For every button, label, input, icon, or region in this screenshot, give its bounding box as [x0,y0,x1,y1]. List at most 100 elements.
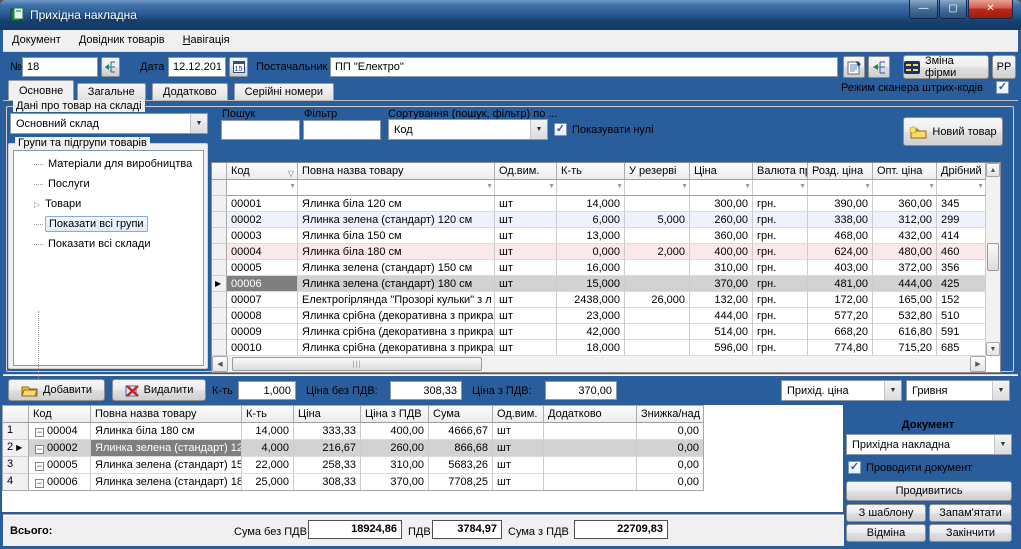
cell-wholesale[interactable]: 165,00 [873,292,937,308]
scroll-down-arrow[interactable]: ▼ [986,342,1000,356]
search-input[interactable] [221,120,300,140]
cell-reserve[interactable] [625,276,690,292]
cell-qty[interactable]: 0,000 [557,244,625,260]
row-number-cell[interactable]: 2▶ [3,440,29,457]
cell-wholesale[interactable]: 715,20 [873,340,937,356]
change-firm-button[interactable]: Зміна фірми [903,55,989,79]
filter-dropdown-icon[interactable]: ▼ [977,183,984,190]
from-template-button[interactable]: З шаблону [846,504,926,522]
cell-discount[interactable]: 0,00 [637,474,704,491]
cell-small[interactable]: 345 [937,196,986,212]
cell-qty[interactable]: 16,000 [557,260,625,276]
tab-Загальне[interactable]: Загальне [77,83,146,100]
cell-currency[interactable]: грн. [753,308,808,324]
filter-cell-price[interactable]: ▼ [690,180,753,196]
cell-small[interactable]: 299 [937,212,986,228]
row-header-cell[interactable] [212,228,227,244]
table-row[interactable]: 00001Ялинка біла 120 смшт14,000300,00грн… [212,196,1000,212]
cell-unit[interactable]: шт [495,324,557,340]
cell-currency[interactable]: грн. [753,340,808,356]
cell-name[interactable]: Ялинка біла 180 см [298,244,495,260]
cell-name[interactable]: Ялинка біла 150 см [298,228,495,244]
column-header-unit[interactable]: Од.вим. [493,406,544,423]
cell-wholesale[interactable]: 372,00 [873,260,937,276]
cell-name[interactable]: Ялинка зелена (стандарт) 150 см [298,260,495,276]
collapse-minus-icon[interactable]: − [35,462,44,471]
column-header-price[interactable]: Ціна [294,406,361,423]
cell-price_vat[interactable]: 260,00 [361,440,429,457]
row-number-cell[interactable]: 3 [3,457,29,474]
cell-currency[interactable]: грн. [753,196,808,212]
cell-reserve[interactable]: 2,000 [625,244,690,260]
table-row[interactable]: 00002Ялинка зелена (стандарт) 120 смшт6,… [212,212,1000,228]
cell-currency[interactable]: грн. [753,292,808,308]
table-row[interactable]: 00004Ялинка біла 180 смшт0,0002,000400,0… [212,244,1000,260]
cell-code[interactable]: 00010 [227,340,298,356]
cell-price[interactable]: 370,00 [690,276,753,292]
cell-name[interactable]: Ялинка зелена (стандарт) 180 см [298,276,495,292]
cell-qty[interactable]: 14,000 [242,423,294,440]
cell-qty[interactable]: 18,000 [557,340,625,356]
row-header-cell[interactable] [212,260,227,276]
cell-wholesale[interactable]: 360,00 [873,196,937,212]
cell-price[interactable]: 216,67 [294,440,361,457]
cell-retail[interactable]: 624,00 [808,244,873,260]
products-vertical-scrollbar[interactable]: ▲ ▼ [986,163,1000,356]
cell-price_vat[interactable]: 370,00 [361,474,429,491]
cell-extra[interactable] [544,440,637,457]
row-header-cell[interactable] [212,324,227,340]
cell-qty[interactable]: 14,000 [557,196,625,212]
cell-name[interactable]: Ялинка зелена (стандарт) 15 [91,457,242,474]
tree-item[interactable]: Послуги [34,176,93,192]
cell-price[interactable]: 132,00 [690,292,753,308]
cell-name[interactable]: Ялинка зелена (стандарт) 12 [91,440,242,457]
cell-price[interactable]: 308,33 [294,474,361,491]
scroll-left-arrow[interactable]: ◀ [212,356,228,372]
finish-button[interactable]: Закінчити [929,524,1012,542]
cell-code[interactable]: 00008 [227,308,298,324]
filter-dropdown-icon[interactable]: ▼ [289,183,296,190]
cell-reserve[interactable] [625,228,690,244]
cell-small[interactable]: 591 [937,324,986,340]
cell-currency[interactable]: грн. [753,276,808,292]
cell-retail[interactable]: 481,00 [808,276,873,292]
cell-price_vat[interactable]: 400,00 [361,423,429,440]
cell-price[interactable]: 514,00 [690,324,753,340]
scroll-up-arrow[interactable]: ▲ [986,163,1000,177]
column-header-price[interactable]: Ціна [690,163,753,180]
column-header-currency[interactable]: Валюта пр [753,163,808,180]
cell-unit[interactable]: шт [493,474,544,491]
cell-name[interactable]: Ялинка біла 120 см [298,196,495,212]
cell-code[interactable]: 00005 [227,260,298,276]
products-table[interactable]: Код▽Повна назва товаруОд.вим.К-тьУ резер… [211,162,1001,373]
cell-code[interactable]: 00009 [227,324,298,340]
cell-qty[interactable]: 22,000 [242,457,294,474]
supplier-input[interactable] [330,57,838,77]
tree-item[interactable]: ▷Товари [34,196,84,212]
row-number-cell[interactable]: 1 [3,423,29,440]
add-button[interactable]: Добавити [8,379,105,401]
cell-extra[interactable] [544,457,637,474]
cell-unit[interactable]: шт [495,308,557,324]
cell-currency[interactable]: грн. [753,212,808,228]
cell-small[interactable]: 356 [937,260,986,276]
menu-item-Довідник товарів[interactable]: Довідник товарів [70,30,174,46]
row-header-cell[interactable] [212,292,227,308]
filter-dropdown-icon[interactable]: ▼ [548,183,555,190]
filter-cell-currency[interactable]: ▼ [753,180,808,196]
column-header-sum[interactable]: Сума [429,406,493,423]
price-ex-vat-input[interactable] [390,381,462,400]
column-header-name[interactable]: Повна назва товару [91,406,242,423]
tab-Основне[interactable]: Основне [8,80,74,100]
tab-Додатково[interactable]: Додатково [152,83,228,100]
row-header-cell[interactable] [212,308,227,324]
cell-reserve[interactable] [625,340,690,356]
cell-currency[interactable]: грн. [753,260,808,276]
column-header-code[interactable]: Код▽ [227,163,298,180]
cell-name[interactable]: Ялинка срібна (декоративна з прикра [298,340,495,356]
cell-discount[interactable]: 0,00 [637,440,704,457]
cell-code[interactable]: 00004 [227,244,298,260]
scroll-right-arrow[interactable]: ▶ [970,356,986,372]
cell-sum[interactable]: 4666,67 [429,423,493,440]
scanner-mode-checkbox[interactable]: ✓ [996,81,1009,94]
